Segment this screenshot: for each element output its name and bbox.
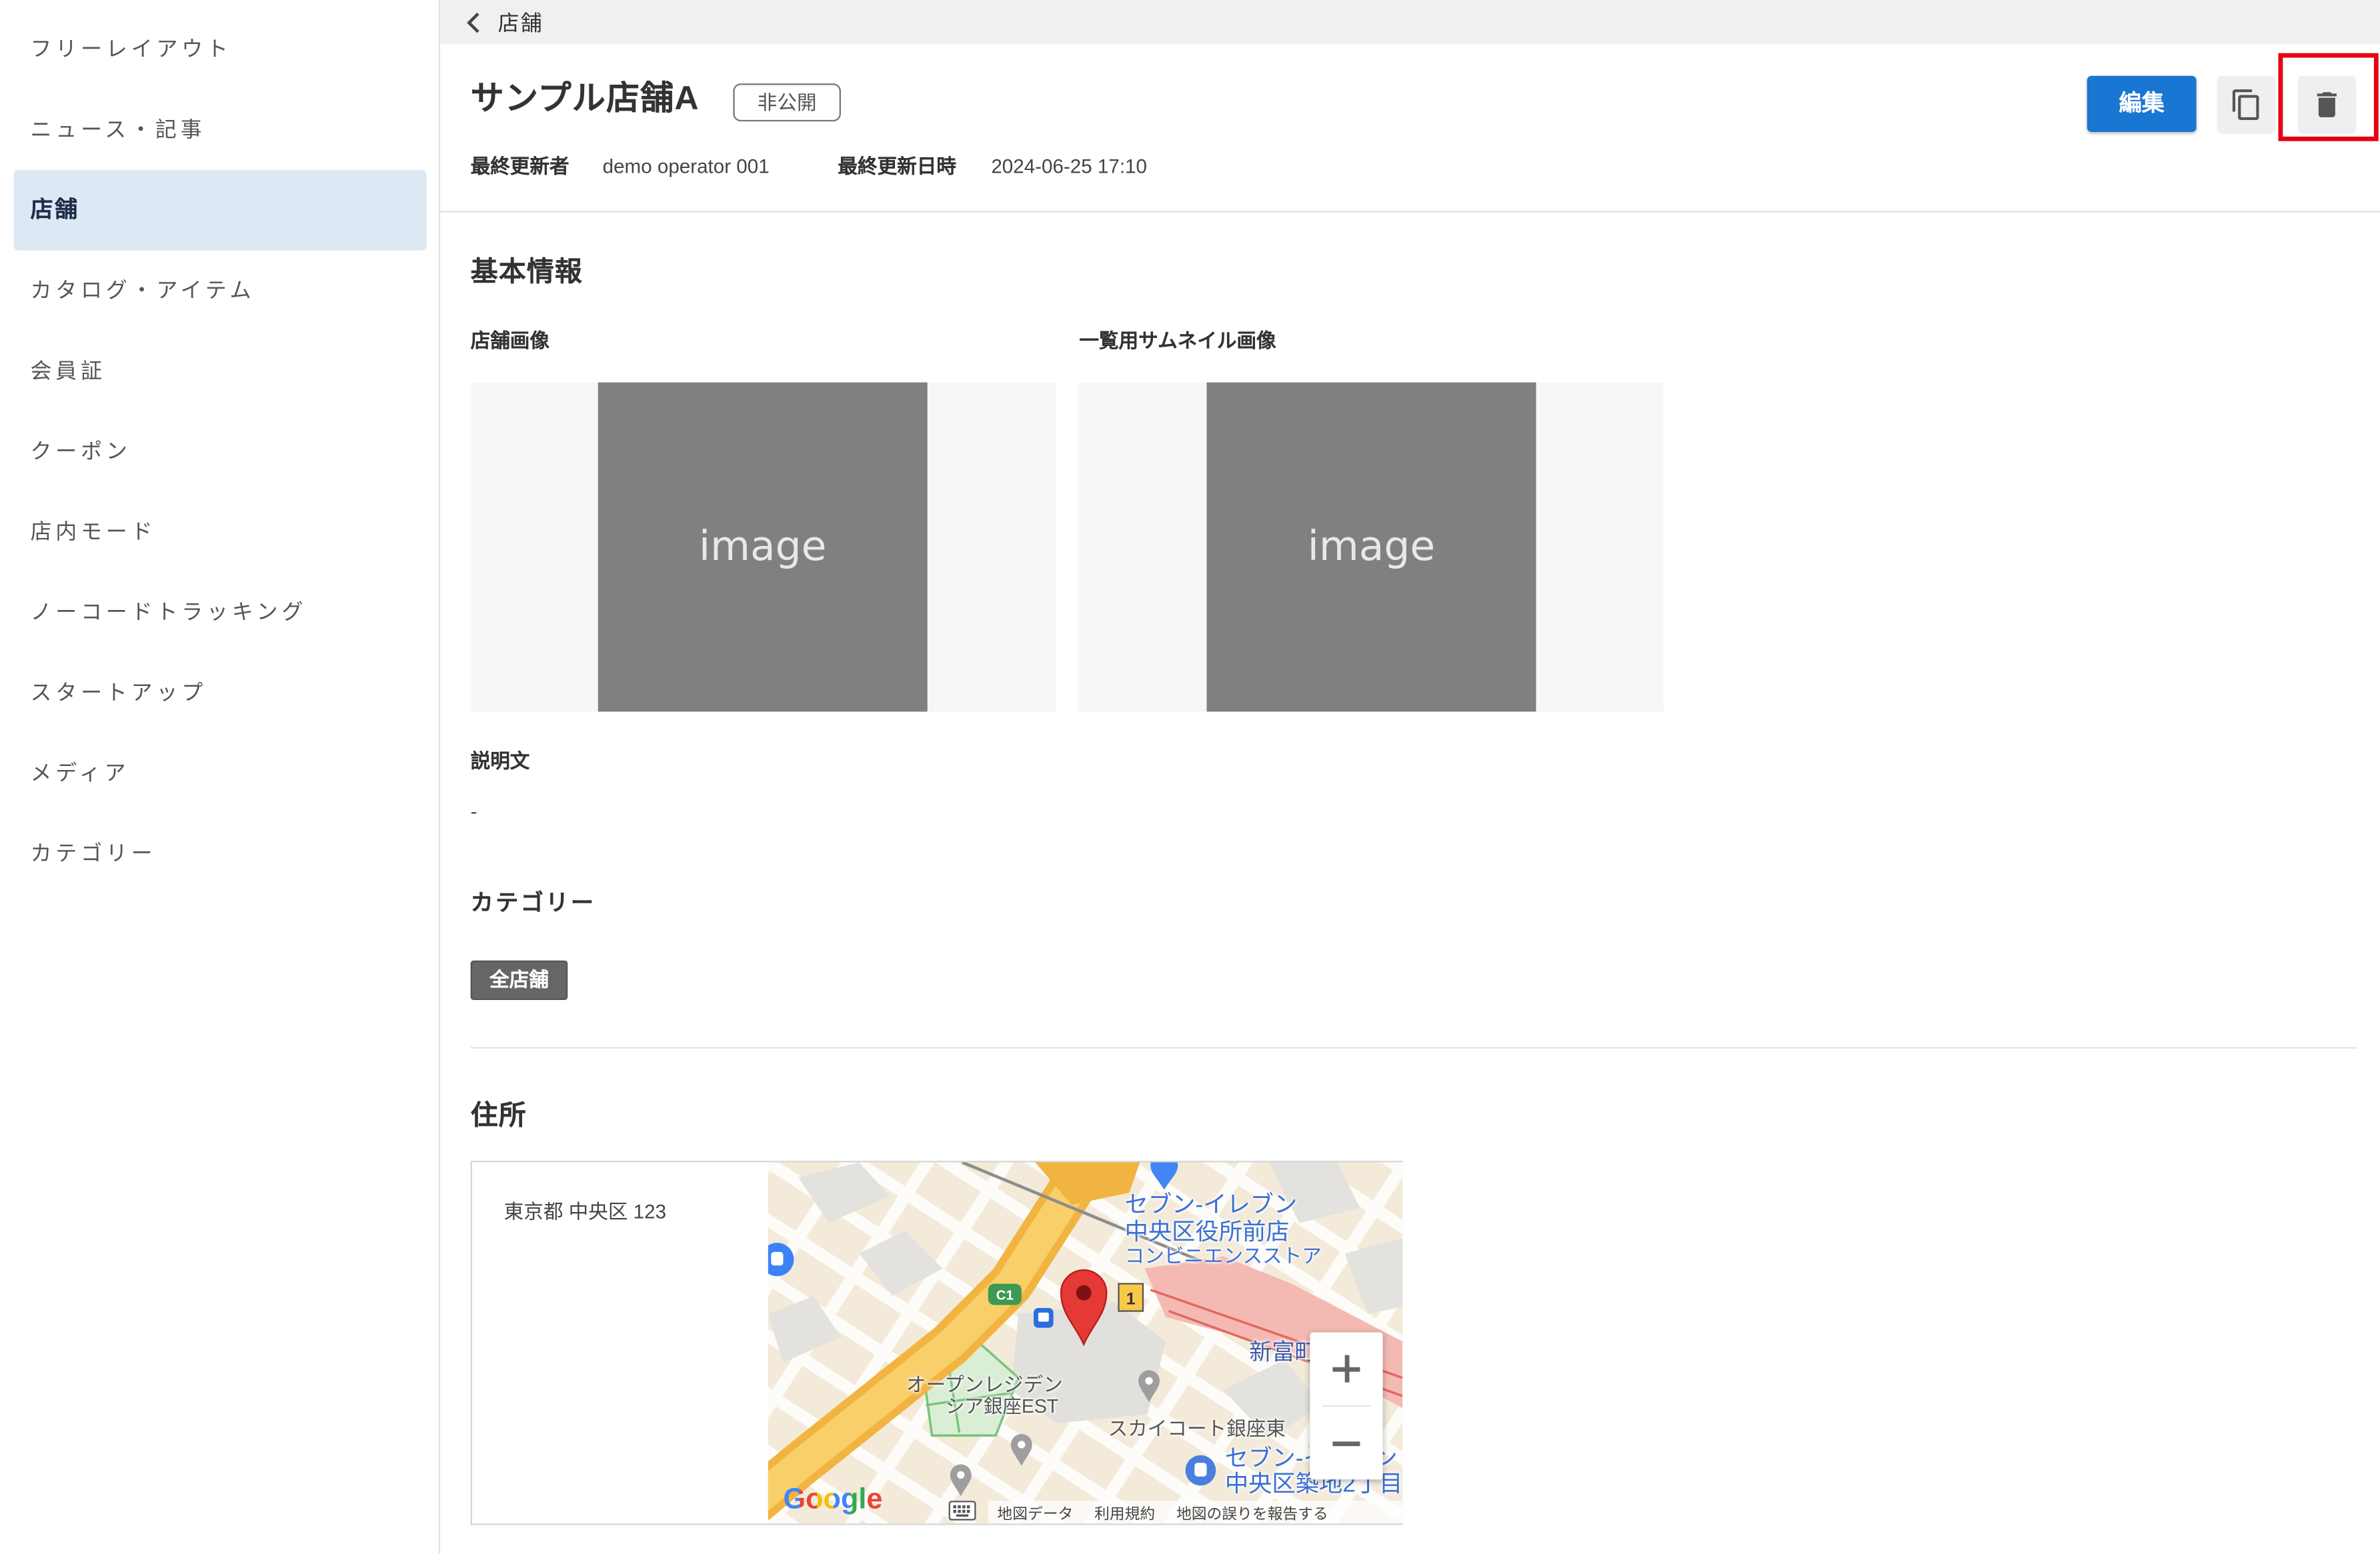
keyboard-icon[interactable] bbox=[948, 1501, 976, 1521]
sidebar-item-free-layout[interactable]: フリーレイアウト bbox=[13, 9, 426, 90]
header-divider bbox=[440, 211, 2380, 213]
route-badge: C1 bbox=[988, 1283, 1022, 1305]
zoom-out-button[interactable] bbox=[1310, 1407, 1382, 1479]
breadcrumb-bar: 店舗 bbox=[440, 0, 2380, 45]
basic-info-heading: 基本情報 bbox=[470, 256, 583, 287]
section-divider bbox=[470, 1047, 2357, 1049]
map-zoom-control bbox=[1310, 1332, 1383, 1480]
map-view[interactable]: C1 1 セブン-イレブン 中央区役所前店 コンビニエンスストア 新富町 オープ… bbox=[768, 1162, 1403, 1524]
map-label-poi-3-name[interactable]: スカイコート銀座東 bbox=[1108, 1418, 1286, 1440]
map-data-link[interactable]: 地図データ bbox=[997, 1501, 1073, 1523]
sidebar-item-categories[interactable]: カテゴリー bbox=[13, 813, 426, 894]
highlight-annotation bbox=[2278, 53, 2379, 141]
map-label-poi-2-line1[interactable]: オープンレジデン bbox=[906, 1374, 1063, 1396]
address-heading: 住所 bbox=[470, 1100, 527, 1131]
google-logo[interactable]: Google bbox=[783, 1484, 882, 1517]
copy-button[interactable] bbox=[2217, 75, 2275, 133]
address-card: 東京都 中央区 123 C1 1 セブン-イレブン 中央区役所前店 コンビニエン… bbox=[470, 1161, 1403, 1525]
sidebar-item-media[interactable]: メディア bbox=[13, 733, 426, 813]
sidebar-menu: フリーレイアウト ニュース・記事 店舗 カタログ・アイテム 会員証 クーポン 店… bbox=[13, 9, 427, 894]
exit-badge-text: 1 bbox=[1126, 1289, 1136, 1308]
zoom-in-button[interactable] bbox=[1310, 1332, 1382, 1405]
edit-button[interactable]: 編集 bbox=[2087, 75, 2197, 133]
report-error-link[interactable]: 地図の誤りを報告する bbox=[1176, 1501, 1328, 1523]
terms-link[interactable]: 利用規約 bbox=[1094, 1501, 1155, 1523]
sidebar-item-startup[interactable]: スタートアップ bbox=[13, 653, 426, 733]
sidebar-item-no-code-tracking[interactable]: ノーコードトラッキング bbox=[13, 572, 426, 653]
map-attribution: 地図データ 利用規約 地図の誤りを報告する bbox=[988, 1501, 1403, 1524]
sidebar: フリーレイアウト ニュース・記事 店舗 カタログ・アイテム 会員証 クーポン 店… bbox=[0, 0, 441, 1554]
thumbnail-image-label: 一覧用サムネイル画像 bbox=[1079, 329, 1276, 353]
status-badge: 非公開 bbox=[733, 83, 841, 122]
store-image-placeholder: image bbox=[598, 382, 928, 712]
description-value: - bbox=[470, 799, 477, 823]
sidebar-item-news[interactable]: ニュース・記事 bbox=[13, 89, 426, 170]
sidebar-item-stores[interactable]: 店舗 bbox=[13, 169, 427, 251]
sidebar-item-coupons[interactable]: クーポン bbox=[13, 411, 426, 492]
map-label-poi-1-name[interactable]: セブン-イレブン bbox=[1125, 1193, 1298, 1218]
store-image-frame: image bbox=[470, 382, 1057, 712]
thumbnail-image-frame: image bbox=[1078, 382, 1664, 712]
chevron-left-icon bbox=[467, 11, 479, 33]
minus-icon bbox=[1332, 1429, 1360, 1457]
address-value: 東京都 中央区 123 bbox=[503, 1200, 667, 1223]
store-image-label: 店舗画像 bbox=[470, 329, 550, 353]
updated-at-value: 2024-06-25 17:10 bbox=[991, 155, 1147, 178]
map-label-poi-2-line2[interactable]: シア銀座EST bbox=[946, 1396, 1058, 1417]
app-window: フリーレイアウト ニュース・記事 店舗 カタログ・アイテム 会員証 クーポン 店… bbox=[0, 0, 2380, 1554]
exit-badge: 1 bbox=[1118, 1283, 1144, 1312]
description-label: 説明文 bbox=[470, 749, 530, 773]
map-label-poi-1-type: コンビニエンスストア bbox=[1124, 1244, 1322, 1267]
updated-by-label: 最終更新者 bbox=[470, 155, 569, 178]
thumbnail-image-placeholder: image bbox=[1206, 382, 1536, 712]
map-label-poi-1-branch[interactable]: 中央区役所前店 bbox=[1125, 1221, 1290, 1245]
category-tag: 全店舗 bbox=[470, 960, 568, 1000]
route-badge-text: C1 bbox=[996, 1288, 1014, 1303]
category-heading: カテゴリー bbox=[470, 891, 596, 917]
sidebar-item-in-store-mode[interactable]: 店内モード bbox=[13, 491, 426, 572]
updated-at-label: 最終更新日時 bbox=[838, 155, 957, 178]
transit-pin-icon[interactable] bbox=[1185, 1455, 1216, 1486]
sidebar-item-catalog[interactable]: カタログ・アイテム bbox=[13, 251, 426, 331]
plus-icon bbox=[1332, 1355, 1360, 1383]
map-label-station[interactable]: 新富町 bbox=[1249, 1341, 1317, 1365]
sidebar-item-membership-card[interactable]: 会員証 bbox=[13, 331, 426, 411]
breadcrumb-label: 店舗 bbox=[497, 9, 543, 35]
page-title: サンプル店舗A bbox=[470, 79, 700, 117]
copy-icon bbox=[2232, 88, 2259, 119]
back-link[interactable]: 店舗 bbox=[463, 0, 543, 44]
updated-by-value: demo operator 001 bbox=[602, 155, 770, 178]
bus-stop-icon[interactable] bbox=[1034, 1308, 1054, 1328]
